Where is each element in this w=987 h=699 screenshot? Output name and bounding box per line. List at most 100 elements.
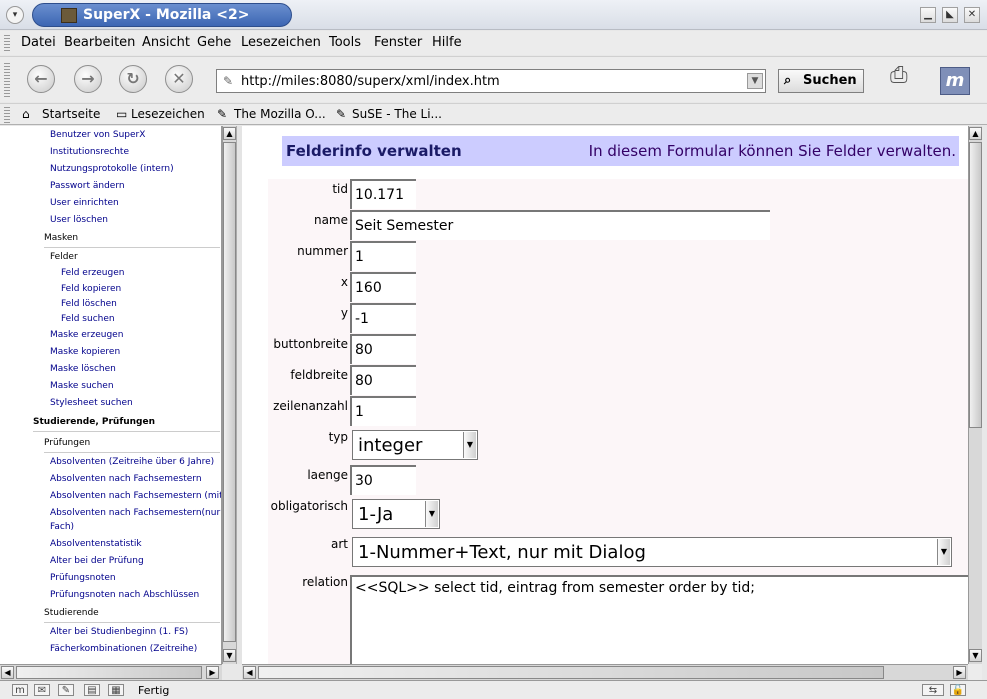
- sidebar-link[interactable]: Alter bei Studienbeginn (1. FS): [50, 627, 188, 637]
- scroll-down-icon[interactable]: ▼: [969, 649, 982, 662]
- sidebar-vertical-scrollbar[interactable]: ▲ ▼: [222, 126, 236, 664]
- menu-hilfe[interactable]: Hilfe: [432, 35, 462, 50]
- sidebar-link[interactable]: Nutzungsprotokolle (intern): [50, 164, 174, 174]
- sidebar-link[interactable]: Institutionsrechte: [50, 147, 129, 157]
- scrollbar-thumb[interactable]: [16, 666, 202, 679]
- bookmark-lesezeichen[interactable]: Lesezeichen: [131, 107, 205, 121]
- menu-fenster[interactable]: Fenster: [374, 35, 422, 50]
- sidebar-link[interactable]: User löschen: [50, 215, 108, 225]
- app-icon: [61, 8, 77, 23]
- sidebar-link[interactable]: Absolventen nach Fachsemestern (mit: [50, 491, 221, 501]
- content-horizontal-scrollbar[interactable]: ◀ ▶: [242, 664, 968, 680]
- scrollbar-thumb[interactable]: [969, 142, 982, 428]
- laenge-field[interactable]: 30: [350, 465, 416, 495]
- feldbreite-field[interactable]: 80: [350, 365, 416, 395]
- y-field[interactable]: -1: [350, 303, 416, 333]
- scroll-up-icon[interactable]: ▲: [969, 127, 982, 140]
- stop-icon[interactable]: ✕: [165, 65, 193, 93]
- bookmark-suse[interactable]: SuSE - The Li...: [352, 107, 442, 121]
- name-field[interactable]: Seit Semester: [350, 210, 770, 240]
- address-book-icon[interactable]: ▤: [84, 684, 100, 696]
- sidebar-link[interactable]: Fach): [50, 522, 74, 532]
- label-art: art: [331, 537, 348, 551]
- url-field[interactable]: ✎ http://miles:8080/superx/xml/index.htm…: [216, 69, 766, 93]
- page-title: Felderinfo verwalten: [286, 142, 462, 160]
- x-field[interactable]: 160: [350, 272, 416, 302]
- form-header: Felderinfo verwalten In diesem Formular …: [282, 136, 959, 166]
- personal-toolbar: ⌂ Startseite ▭ Lesezeichen ✎ The Mozilla…: [0, 103, 987, 125]
- sidebar-link[interactable]: Benutzer von SuperX: [50, 130, 145, 140]
- sidebar-link[interactable]: User einrichten: [50, 198, 119, 208]
- sidebar-link[interactable]: Feld kopieren: [61, 284, 121, 294]
- scrollbar-thumb[interactable]: [258, 666, 884, 679]
- sidebar-horizontal-scrollbar[interactable]: ◀ ▶: [0, 664, 222, 680]
- menu-bearbeiten[interactable]: Bearbeiten: [64, 35, 135, 50]
- bookmark-mozilla[interactable]: The Mozilla O...: [234, 107, 326, 121]
- maximize-icon[interactable]: ◣: [942, 7, 958, 23]
- navigator-icon[interactable]: m: [12, 684, 28, 696]
- sidebar-link[interactable]: Absolventen nach Fachsemestern(nur: [50, 508, 220, 518]
- url-dropdown-icon[interactable]: ▼: [747, 73, 763, 89]
- menu-tools[interactable]: Tools: [329, 35, 361, 50]
- scroll-left-icon[interactable]: ◀: [243, 666, 256, 679]
- window-menu-button[interactable]: ▾: [6, 6, 24, 24]
- buttonbreite-field[interactable]: 80: [350, 334, 416, 364]
- obligatorisch-select[interactable]: 1-Ja ▼: [352, 499, 440, 529]
- sidebar-section-masken[interactable]: Masken: [44, 233, 220, 248]
- scroll-right-icon[interactable]: ▶: [206, 666, 219, 679]
- zeilenanzahl-field[interactable]: 1: [350, 396, 416, 426]
- sidebar-link[interactable]: Passwort ändern: [50, 181, 125, 191]
- sidebar-link[interactable]: Feld suchen: [61, 314, 115, 324]
- sidebar-link[interactable]: Feld erzeugen: [61, 268, 124, 278]
- sidebar-link[interactable]: Absolventenstatistik: [50, 539, 142, 549]
- toolbar-grip[interactable]: [4, 107, 10, 123]
- sidebar-link[interactable]: Maske löschen: [50, 364, 116, 374]
- menu-gehe[interactable]: Gehe: [197, 35, 231, 50]
- toolbar-grip[interactable]: [4, 35, 10, 51]
- sidebar-link[interactable]: Absolventen (Zeitreihe über 6 Jahre): [50, 457, 214, 467]
- sidebar-link[interactable]: Absolventen nach Fachsemestern: [50, 474, 202, 484]
- sidebar-link[interactable]: Feld löschen: [61, 299, 117, 309]
- sidebar-link[interactable]: Fächerkombinationen (Zeitreihe): [50, 644, 197, 654]
- print-icon[interactable]: ⎙: [890, 63, 920, 93]
- menu-lesezeichen[interactable]: Lesezeichen: [241, 35, 321, 50]
- sidebar-link[interactable]: Prüfungsnoten nach Abschlüssen: [50, 590, 199, 600]
- tid-field[interactable]: 10.171: [350, 179, 416, 209]
- irc-icon[interactable]: ▦: [108, 684, 124, 696]
- scroll-up-icon[interactable]: ▲: [223, 127, 236, 140]
- sidebar-link[interactable]: Maske suchen: [50, 381, 114, 391]
- bookmark-startseite[interactable]: Startseite: [42, 107, 100, 121]
- mozilla-logo: m: [940, 67, 970, 95]
- sidebar-link[interactable]: Alter bei der Prüfung: [50, 556, 144, 566]
- label-tid: tid: [332, 182, 348, 196]
- close-icon[interactable]: ✕: [964, 7, 980, 23]
- sidebar-link[interactable]: Prüfungsnoten: [50, 573, 116, 583]
- scroll-left-icon[interactable]: ◀: [1, 666, 14, 679]
- sidebar-link[interactable]: Stylesheet suchen: [50, 398, 133, 408]
- scroll-down-icon[interactable]: ▼: [223, 649, 236, 662]
- typ-select[interactable]: integer ▼: [352, 430, 478, 460]
- composer-icon[interactable]: ✎: [58, 684, 74, 696]
- back-icon[interactable]: ←: [27, 65, 55, 93]
- menu-ansicht[interactable]: Ansicht: [142, 35, 190, 50]
- sidebar-link[interactable]: Maske erzeugen: [50, 330, 123, 340]
- scroll-right-icon[interactable]: ▶: [953, 666, 966, 679]
- reload-icon[interactable]: ↻: [119, 65, 147, 93]
- toolbar-grip[interactable]: [4, 63, 10, 97]
- sidebar-section-pruefungen[interactable]: Prüfungen: [44, 438, 220, 453]
- mail-icon[interactable]: ✉: [34, 684, 50, 696]
- forward-icon[interactable]: →: [74, 65, 102, 93]
- scrollbar-thumb[interactable]: [223, 142, 236, 642]
- art-select[interactable]: 1-Nummer+Text, nur mit Dialog ▼: [352, 537, 952, 567]
- sidebar-link[interactable]: Maske kopieren: [50, 347, 120, 357]
- search-button[interactable]: ⌕ Suchen: [778, 69, 864, 93]
- sidebar-section-felder[interactable]: Felder: [50, 252, 78, 262]
- sidebar-section-studierende-pruefungen[interactable]: Studierende, Prüfungen: [33, 417, 220, 432]
- content-vertical-scrollbar[interactable]: ▲ ▼: [968, 126, 982, 664]
- sidebar-section-studierende[interactable]: Studierende: [44, 608, 220, 623]
- page-subtitle: In diesem Formular können Sie Felder ver…: [588, 142, 956, 160]
- nummer-field[interactable]: 1: [350, 241, 416, 271]
- minimize-icon[interactable]: ▁: [920, 7, 936, 23]
- menu-datei[interactable]: Datei: [21, 35, 56, 50]
- relation-textarea[interactable]: <<SQL>> select tid, eintrag from semeste…: [350, 575, 968, 664]
